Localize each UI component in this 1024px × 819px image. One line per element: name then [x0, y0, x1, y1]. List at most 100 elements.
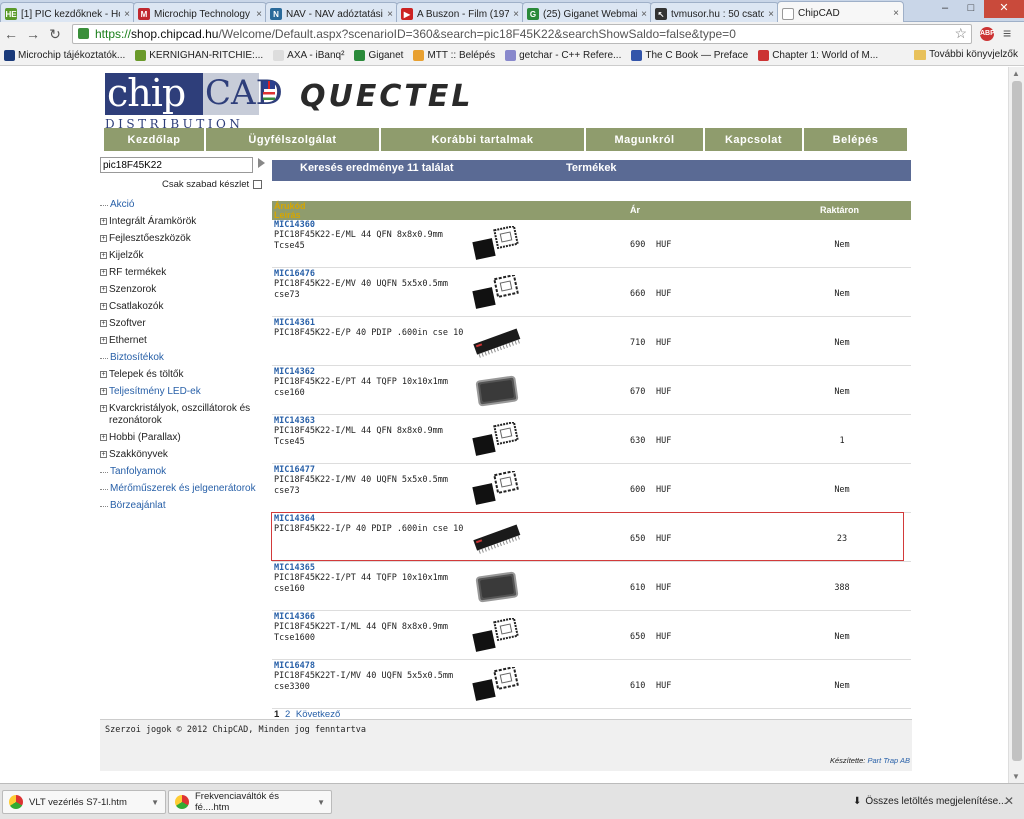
sidebar-item[interactable]: Mérőműszerek és jelgenerátorok — [100, 483, 265, 495]
nav-item[interactable]: Ügyfélszolgálat — [206, 128, 379, 151]
tab-close-icon[interactable]: × — [256, 9, 262, 20]
tab-close-icon[interactable]: × — [513, 9, 519, 20]
bookmark-item[interactable]: AXA - iBanq² — [273, 50, 344, 61]
tab-close-icon[interactable]: × — [124, 9, 130, 20]
scroll-down-icon[interactable]: ▼ — [1012, 772, 1020, 781]
chip-package-icon[interactable] — [472, 616, 522, 654]
browser-tab[interactable]: ▶ A Buszon - Film (1972) × — [396, 2, 524, 22]
expand-icon[interactable]: + — [100, 388, 107, 395]
chip-package-icon[interactable] — [472, 324, 522, 360]
tab-close-icon[interactable]: × — [893, 8, 899, 19]
nav-item[interactable]: Kezdőlap — [104, 128, 204, 151]
maximize-button[interactable]: □ — [958, 0, 984, 18]
other-bookmarks[interactable]: További könyvjelzők — [914, 49, 1018, 60]
product-code-link[interactable]: MIC16478 — [274, 661, 315, 671]
page-scrollbar[interactable]: ▲ ▼ — [1008, 67, 1024, 783]
bookmark-item[interactable]: Chapter 1: World of M... — [758, 50, 878, 61]
expand-icon[interactable]: + — [100, 286, 107, 293]
sidebar-item[interactable]: + Teljesítmény LED-ek — [100, 386, 265, 398]
expand-icon[interactable]: + — [100, 451, 107, 458]
results-tab-products[interactable]: Termékek — [566, 162, 617, 174]
sidebar-item[interactable]: + Hobbi (Parallax) — [100, 432, 265, 444]
browser-tab[interactable]: ChipCAD × — [777, 1, 904, 22]
download-menu-chevron-icon[interactable]: ▼ — [317, 798, 325, 807]
bookmark-star-icon[interactable]: ☆ — [954, 25, 967, 42]
product-code-link[interactable]: MIC14360 — [274, 220, 315, 230]
sidebar-item[interactable]: + Szenzorok — [100, 284, 265, 296]
made-by-link[interactable]: Part Trap AB — [867, 756, 910, 765]
download-item[interactable]: VLT vezérlés S7-1l.htm ▼ — [2, 790, 166, 814]
nav-item[interactable]: Belépés — [804, 128, 907, 151]
quectel-logo[interactable]: QUECTEL — [300, 79, 473, 114]
browser-tab[interactable]: G (25) Giganet Webmail × — [522, 2, 652, 22]
browser-tab[interactable]: ↖ tvmusor.hu : 50 csator × — [650, 2, 779, 22]
sidebar-item[interactable]: + Fejlesztőeszközök — [100, 233, 265, 245]
tab-close-icon[interactable]: × — [641, 9, 647, 20]
column-desc[interactable]: Leírás — [274, 210, 301, 220]
product-code-link[interactable]: MIC14366 — [274, 612, 315, 622]
sidebar-item[interactable]: Börzeajánlat — [100, 500, 265, 512]
chipcad-logo[interactable]: chip CAD DISTRIBUTION — [105, 73, 283, 131]
product-code-link[interactable]: MIC14362 — [274, 367, 315, 377]
expand-icon[interactable]: + — [100, 320, 107, 327]
scrollbar-thumb[interactable] — [1012, 81, 1022, 761]
english-flag-icon[interactable] — [263, 81, 275, 89]
bookmark-item[interactable]: Microchip tájékoztatók... — [4, 50, 125, 61]
chip-package-icon[interactable] — [472, 420, 522, 458]
chip-package-icon[interactable] — [472, 224, 522, 262]
expand-icon[interactable]: + — [100, 434, 107, 441]
bookmark-item[interactable]: Giganet — [354, 50, 403, 61]
close-downloads-icon[interactable]: ✕ — [1004, 794, 1014, 808]
expand-icon[interactable]: + — [100, 252, 107, 259]
sidebar-item[interactable]: Akció — [100, 199, 265, 211]
nav-item[interactable]: Kapcsolat — [705, 128, 802, 151]
bookmark-item[interactable]: KERNIGHAN-RITCHIE:... — [135, 50, 263, 61]
reload-icon[interactable]: ↻ — [44, 26, 66, 43]
show-all-downloads[interactable]: ⬇ Összes letöltés megjelenítése... — [853, 796, 1007, 807]
chip-package-icon[interactable] — [472, 273, 522, 311]
adblock-extension-icon[interactable]: ABP — [980, 27, 995, 41]
minimize-button[interactable]: – — [932, 0, 958, 18]
expand-icon[interactable]: + — [100, 269, 107, 276]
bookmark-item[interactable]: The C Book — Preface — [631, 50, 748, 61]
stock-only-checkbox[interactable] — [253, 180, 263, 189]
chip-package-icon[interactable] — [472, 469, 522, 507]
hungarian-flag-icon[interactable] — [263, 92, 275, 100]
chip-package-icon[interactable] — [472, 569, 522, 605]
code-desc-header[interactable]: Árukód Leírás — [274, 202, 306, 220]
sidebar-item[interactable]: + Telepek és töltők — [100, 369, 265, 381]
sidebar-item[interactable]: + Kvarckristályok, oszcillátorok és rezon… — [100, 403, 265, 427]
address-bar[interactable]: https://shop.chipcad.hu/Welcome/Default.… — [72, 24, 972, 44]
product-code-link[interactable]: MIC14363 — [274, 416, 315, 426]
expand-icon[interactable]: + — [100, 235, 107, 242]
sidebar-item[interactable]: Tanfolyamok — [100, 466, 265, 478]
chip-package-icon[interactable] — [472, 665, 522, 703]
expand-icon[interactable]: + — [100, 218, 107, 225]
expand-icon[interactable]: + — [100, 405, 107, 412]
bookmark-item[interactable]: MTT :: Belépés — [413, 50, 495, 61]
sidebar-item[interactable]: + Kijelzők — [100, 250, 265, 262]
close-window-button[interactable]: ✕ — [984, 0, 1024, 18]
back-icon[interactable]: ← — [0, 26, 22, 42]
bookmark-item[interactable]: getchar - C++ Refere... — [505, 50, 621, 61]
sidebar-item[interactable]: + Csatlakozók — [100, 301, 265, 313]
sidebar-item[interactable]: + RF termékek — [100, 267, 265, 279]
tab-close-icon[interactable]: × — [387, 9, 393, 20]
download-menu-chevron-icon[interactable]: ▼ — [151, 798, 159, 807]
sidebar-item[interactable]: + Szoftver — [100, 318, 265, 330]
product-code-link[interactable]: MIC14365 — [274, 563, 315, 573]
expand-icon[interactable]: + — [100, 371, 107, 378]
forward-icon[interactable]: → — [22, 26, 44, 42]
sidebar-item[interactable]: + Szakkönyvek — [100, 449, 265, 461]
product-code-link[interactable]: MIC14361 — [274, 318, 315, 328]
browser-tab[interactable]: N NAV - NAV adóztatási s × — [265, 2, 398, 22]
sidebar-item[interactable]: + Integrált Áramkörök — [100, 216, 265, 228]
product-code-link[interactable]: MIC16477 — [274, 465, 315, 475]
expand-icon[interactable]: + — [100, 303, 107, 310]
expand-icon[interactable]: + — [100, 337, 107, 344]
nav-item[interactable]: Magunkról — [586, 128, 703, 151]
tab-close-icon[interactable]: × — [768, 9, 774, 20]
search-input[interactable] — [100, 157, 253, 173]
browser-tab[interactable]: HE [1] PIC kezdőknek - Ho × — [0, 2, 135, 22]
chip-package-icon[interactable] — [472, 373, 522, 409]
